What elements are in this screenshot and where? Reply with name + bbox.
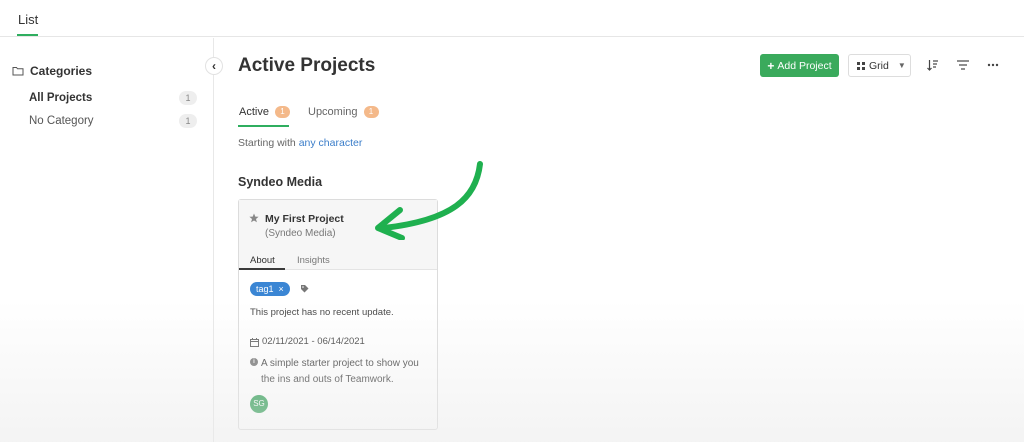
chevron-left-icon: ‹ <box>212 59 216 73</box>
card-tab-about[interactable]: About <box>250 255 275 266</box>
grid-icon <box>857 61 865 70</box>
card-tab-underline <box>239 268 285 270</box>
sidebar-item-count: 1 <box>179 91 197 105</box>
project-title[interactable]: My First Project <box>265 213 344 225</box>
sidebar-item-label: All Projects <box>29 92 93 104</box>
tab-count-badge: 1 <box>274 106 290 118</box>
calendar-icon <box>250 338 259 347</box>
letter-filter: Starting with any character <box>238 137 362 149</box>
plus-icon: + <box>767 58 775 73</box>
chevron-down-icon: ▼ <box>897 61 906 70</box>
tab-label: Upcoming <box>308 106 358 118</box>
info-icon: i <box>250 358 258 366</box>
company-group-title: Syndeo Media <box>238 175 323 189</box>
avatar[interactable]: SG <box>250 395 268 413</box>
folder-icon <box>12 67 24 76</box>
recent-update-text: This project has no recent update. <box>250 307 394 318</box>
add-project-label: Add Project <box>777 59 832 72</box>
project-description: A simple starter project to show you the… <box>261 358 419 385</box>
view-select-label: Grid <box>869 59 889 72</box>
sort-icon[interactable] <box>926 58 940 72</box>
collapse-sidebar-button[interactable]: ‹ <box>205 57 223 75</box>
top-bar: List <box>0 0 1024 37</box>
filter-link[interactable]: any character <box>299 137 363 149</box>
sidebar-item-count: 1 <box>179 114 197 128</box>
sidebar-item-no-category[interactable]: No Category 1 <box>29 114 197 128</box>
page-title: Active Projects <box>238 55 376 76</box>
sidebar-categories-heading[interactable]: Categories <box>12 64 92 78</box>
sidebar-heading-label: Categories <box>30 64 93 78</box>
project-dates: 02/11/2021 - 06/14/2021 <box>262 336 365 347</box>
view-select[interactable]: Grid ▼ <box>848 54 911 77</box>
sidebar-item-label: No Category <box>29 115 94 127</box>
more-options-icon[interactable] <box>986 58 1000 72</box>
add-tag-icon[interactable] <box>300 284 309 293</box>
tab-label: Active <box>239 106 269 118</box>
tag-badge[interactable]: tag1 × <box>250 282 290 296</box>
star-icon[interactable] <box>249 213 259 223</box>
project-company: (Syndeo Media) <box>265 228 336 239</box>
tab-active[interactable]: Active 1 <box>239 106 290 118</box>
add-project-button[interactable]: + Add Project <box>760 54 839 77</box>
tab-count-badge: 1 <box>363 106 379 118</box>
tab-list[interactable]: List <box>18 12 38 27</box>
sidebar-item-all-projects[interactable]: All Projects 1 <box>29 91 197 105</box>
remove-tag-icon[interactable]: × <box>279 284 284 294</box>
card-tab-insights[interactable]: Insights <box>297 255 330 266</box>
active-tab-underline <box>238 125 289 127</box>
filter-icon[interactable] <box>956 58 970 72</box>
annotation-arrow-icon <box>375 161 483 240</box>
sidebar: Categories All Projects 1 No Category 1 <box>0 38 214 442</box>
tag-label: tag1 <box>256 284 274 294</box>
tab-list-underline <box>17 34 38 36</box>
tab-upcoming[interactable]: Upcoming 1 <box>308 106 379 118</box>
filter-prefix: Starting with <box>238 137 296 149</box>
